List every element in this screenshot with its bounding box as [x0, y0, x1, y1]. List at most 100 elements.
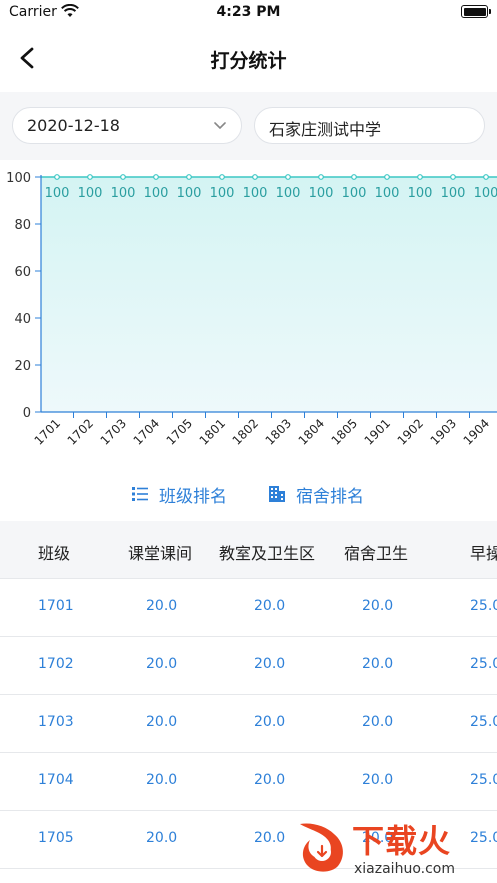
cell-dorm-hygiene: 20.0	[362, 656, 394, 672]
data-point	[285, 174, 291, 180]
x-tick-label: 1705	[164, 416, 195, 447]
school-selector[interactable]: 石家庄测试中学	[254, 107, 485, 144]
cell-class: 1704	[38, 772, 74, 788]
watermark-url: xiazaihuo.com	[354, 861, 455, 877]
watermark-brand: 下载火	[352, 822, 452, 860]
navigation-bar: 打分统计	[0, 26, 497, 92]
x-tick-label: 1903	[428, 416, 459, 447]
data-label: 100	[408, 186, 433, 201]
cell-classroom-hygiene: 20.0	[254, 830, 286, 846]
x-tick-label: 1904	[461, 416, 492, 447]
column-header-classroom-recess: 课堂课间	[128, 544, 193, 563]
x-tick-label: 1801	[197, 416, 228, 447]
date-value: 2020-12-18	[27, 116, 120, 135]
data-label: 100	[375, 186, 400, 201]
school-value: 石家庄测试中学	[269, 120, 382, 139]
y-tick-label: 60	[14, 265, 31, 280]
data-point	[450, 174, 456, 180]
data-point	[318, 174, 324, 180]
data-label: 100	[210, 186, 235, 201]
cell-classroom-hygiene: 20.0	[254, 656, 286, 672]
cell-classroom-recess: 20.0	[146, 830, 178, 846]
data-label: 100	[78, 186, 103, 201]
data-label: 100	[45, 186, 70, 201]
cell-classroom-recess: 20.0	[146, 598, 178, 614]
y-tick-label: 80	[14, 218, 31, 233]
date-selector[interactable]: 2020-12-18	[12, 107, 242, 144]
score-chart: 0 20 40 60 80 100 100 1701 100 1702 100 1703 100 1704…	[0, 160, 497, 450]
x-tick-label: 1901	[362, 416, 393, 447]
cell-classroom-hygiene: 20.0	[254, 598, 286, 614]
status-bar: Carrier 4:23 PM	[0, 0, 497, 26]
battery-icon	[461, 5, 491, 18]
cell-dorm-hygiene: 20.0	[362, 714, 394, 730]
table-row[interactable]: 1701 20.0 20.0 20.0 25.0	[0, 579, 497, 637]
data-point	[483, 174, 489, 180]
table-header: 班级 课堂课间 教室及卫生区 宿舍卫生 早操	[0, 521, 497, 579]
cell-class: 1705	[38, 830, 74, 846]
chevron-down-icon	[214, 122, 226, 129]
table-row[interactable]: 1703 20.0 20.0 20.0 25.0	[0, 695, 497, 753]
cell-class: 1702	[38, 656, 74, 672]
x-tick-label: 1803	[263, 416, 294, 447]
data-point	[87, 174, 93, 180]
series-area	[41, 177, 497, 412]
data-label: 100	[441, 186, 466, 201]
cell-classroom-hygiene: 20.0	[254, 772, 286, 788]
data-label: 100	[144, 186, 169, 201]
data-label: 100	[177, 186, 202, 201]
cell-morning-exercise: 25.0	[470, 656, 497, 672]
data-point	[153, 174, 159, 180]
tab-class-rank-label: 班级排名	[159, 487, 227, 507]
cell-morning-exercise: 25.0	[470, 714, 497, 730]
x-tick-label: 1902	[395, 416, 426, 447]
watermark: 下载火 xiazaihuo.com	[292, 816, 497, 883]
cell-morning-exercise: 25.0	[470, 772, 497, 788]
cell-class: 1703	[38, 714, 74, 730]
cell-classroom-hygiene: 20.0	[254, 714, 286, 730]
score-chart-svg: 0 20 40 60 80 100 100 1701 100 1702 100 1703 100 1704…	[6, 171, 497, 448]
data-label: 100	[309, 186, 334, 201]
table-row[interactable]: 1704 20.0 20.0 20.0 25.0	[0, 753, 497, 811]
data-point	[186, 174, 192, 180]
column-header-classroom-hygiene: 教室及卫生区	[219, 544, 316, 563]
building-icon	[269, 486, 285, 502]
cell-dorm-hygiene: 20.0	[362, 772, 394, 788]
column-header-dorm-hygiene: 宿舍卫生	[344, 544, 409, 563]
x-tick-label: 1702	[65, 416, 96, 447]
column-header-class: 班级	[38, 544, 71, 563]
cell-morning-exercise: 25.0	[470, 598, 497, 614]
cell-classroom-recess: 20.0	[146, 772, 178, 788]
cell-classroom-recess: 20.0	[146, 714, 178, 730]
data-label: 100	[243, 186, 268, 201]
x-tick-label: 1704	[131, 416, 162, 447]
x-tick-label: 1701	[32, 416, 63, 447]
table-row[interactable]: 1702 20.0 20.0 20.0 25.0	[0, 637, 497, 695]
filter-bar: 2020-12-18 石家庄测试中学	[0, 92, 497, 160]
x-tick-label: 1802	[230, 416, 261, 447]
cell-class: 1701	[38, 598, 74, 614]
x-tick-label: 1703	[98, 416, 129, 447]
data-label: 100	[474, 186, 497, 201]
data-point	[351, 174, 357, 180]
flame-logo-icon	[300, 823, 343, 872]
y-tick-label: 0	[23, 406, 31, 421]
list-icon	[132, 487, 148, 501]
cell-dorm-hygiene: 20.0	[362, 598, 394, 614]
x-tick-label: 1805	[329, 416, 360, 447]
data-label: 100	[342, 186, 367, 201]
y-tick-label: 20	[14, 359, 31, 374]
data-label: 100	[111, 186, 136, 201]
y-tick-label: 100	[6, 171, 31, 186]
status-time: 4:23 PM	[216, 4, 281, 20]
data-label: 100	[276, 186, 301, 201]
tab-dorm-rank-label: 宿舍排名	[296, 487, 364, 507]
data-point	[252, 174, 258, 180]
data-point	[120, 174, 126, 180]
y-tick-label: 40	[14, 312, 31, 327]
cell-classroom-recess: 20.0	[146, 656, 178, 672]
data-point	[384, 174, 390, 180]
data-point	[54, 174, 60, 180]
ranking-tabs: 班级排名 宿舍排名	[0, 470, 497, 516]
data-point	[219, 174, 225, 180]
